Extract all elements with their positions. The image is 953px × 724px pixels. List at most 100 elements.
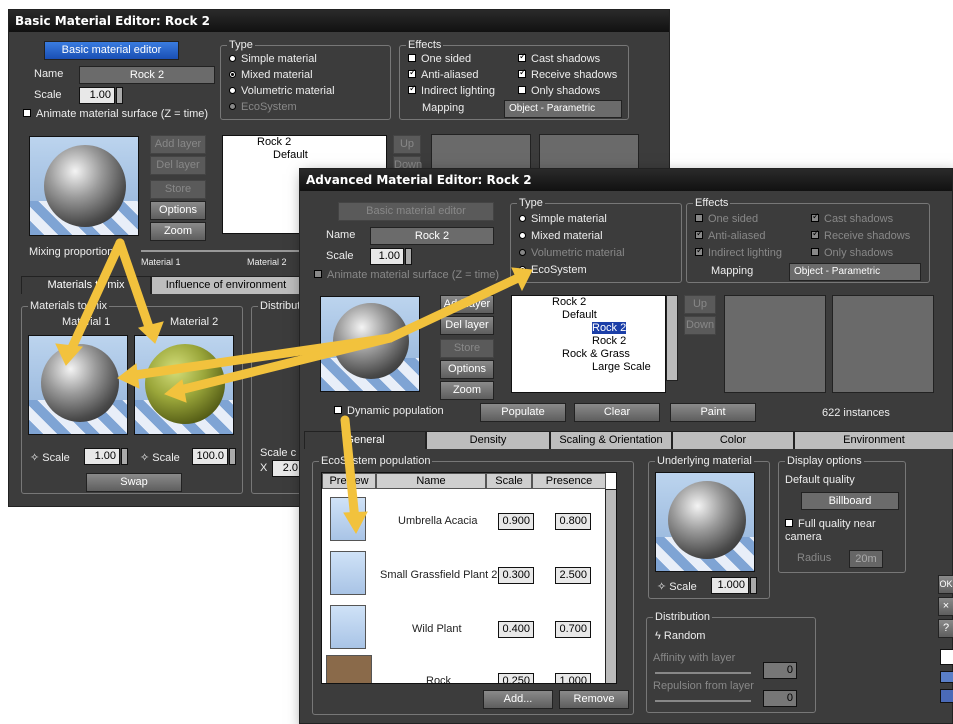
tab-density[interactable]: Density xyxy=(426,431,550,449)
store-button[interactable]: Store xyxy=(440,339,494,358)
underlying-material-preview[interactable] xyxy=(655,472,755,572)
row-presence[interactable]: 1.000 xyxy=(555,673,591,683)
anti-aliased-checkbox[interactable]: Anti-aliased xyxy=(408,67,478,81)
repulsion-slider[interactable] xyxy=(655,700,751,702)
row-scale[interactable]: 0.300 xyxy=(498,567,534,584)
type-ecosystem[interactable]: EcoSystem xyxy=(229,101,297,113)
material1-scale-input[interactable]: 1.00 xyxy=(84,448,120,465)
type-mixed[interactable]: Mixed material xyxy=(229,69,313,81)
row-scale[interactable]: 0.400 xyxy=(498,621,534,638)
random-option[interactable]: ϟ Random xyxy=(655,630,705,642)
affinity-input[interactable]: 0 xyxy=(763,662,797,679)
add-layer-button[interactable]: Add layer xyxy=(150,135,206,154)
tab-scaling-orientation[interactable]: Scaling & Orientation xyxy=(550,431,672,449)
name-field[interactable]: Rock 2 xyxy=(370,227,494,245)
affinity-slider[interactable] xyxy=(655,672,751,674)
zoom-button[interactable]: Zoom xyxy=(440,381,494,400)
spinner[interactable] xyxy=(750,577,757,594)
paint-button[interactable]: Paint xyxy=(670,403,756,422)
up-button[interactable]: Up xyxy=(393,135,421,154)
add-layer-button[interactable]: Add layer xyxy=(440,295,494,314)
tab-general[interactable]: General xyxy=(304,431,426,449)
receive-shadows-checkbox[interactable]: Receive shadows xyxy=(811,228,910,242)
column-header-name[interactable]: Name xyxy=(376,473,486,489)
help-button[interactable]: ? xyxy=(938,619,953,638)
scale-input[interactable]: 1.00 xyxy=(79,87,115,104)
list-scrollbar[interactable] xyxy=(605,489,616,683)
row-scale[interactable]: 0.900 xyxy=(498,513,534,530)
animate-checkbox[interactable]: Animate material surface (Z = time) xyxy=(23,108,208,120)
cast-shadows-checkbox[interactable]: Cast shadows xyxy=(811,211,893,225)
tree-item[interactable]: Rock 2 xyxy=(223,136,386,149)
anti-aliased-checkbox[interactable]: Anti-aliased xyxy=(695,228,765,242)
name-field[interactable]: Rock 2 xyxy=(79,66,215,84)
row-scale[interactable]: 0.250 xyxy=(498,673,534,683)
spinner[interactable] xyxy=(121,448,128,465)
indirect-lighting-checkbox[interactable]: Indirect lighting xyxy=(408,83,495,97)
population-list[interactable]: Preview Name Scale Presence Umbrella Aca… xyxy=(321,472,617,684)
row-presence[interactable]: 2.500 xyxy=(555,567,591,584)
column-header-presence[interactable]: Presence xyxy=(532,473,606,489)
x-input[interactable]: 2.0 xyxy=(272,460,302,477)
tree-item[interactable]: Default xyxy=(223,149,386,162)
save-icon[interactable] xyxy=(940,689,953,703)
tree-item[interactable]: Rock 2 xyxy=(512,322,665,335)
animate-checkbox[interactable]: Animate material surface (Z = time) xyxy=(314,269,499,281)
close-button[interactable]: × xyxy=(938,597,953,616)
add-button[interactable]: Add... xyxy=(483,690,553,709)
remove-button[interactable]: Remove xyxy=(559,690,629,709)
store-button[interactable]: Store xyxy=(150,180,206,199)
page-icon[interactable] xyxy=(940,649,953,665)
type-volumetric[interactable]: Volumetric material xyxy=(229,85,335,97)
mapping-select[interactable]: Object - Parametric xyxy=(504,100,622,118)
mapping-select[interactable]: Object - Parametric xyxy=(789,263,921,281)
full-quality-checkbox[interactable]: Full quality near camera xyxy=(785,518,901,544)
up-button[interactable]: Up xyxy=(684,295,716,314)
clear-button[interactable]: Clear xyxy=(574,403,660,422)
tree-item[interactable]: Rock 2 xyxy=(512,296,665,309)
repulsion-input[interactable]: 0 xyxy=(763,690,797,707)
del-layer-button[interactable]: Del layer xyxy=(150,156,206,175)
column-header-scale[interactable]: Scale xyxy=(486,473,532,489)
underlying-scale-input[interactable]: 1.000 xyxy=(711,577,749,594)
cast-shadows-checkbox[interactable]: Cast shadows xyxy=(518,51,600,65)
quality-select[interactable]: Billboard xyxy=(801,492,899,510)
tab-color[interactable]: Color xyxy=(672,431,794,449)
populate-button[interactable]: Populate xyxy=(480,403,566,422)
material1-preview[interactable] xyxy=(28,335,128,435)
swap-button[interactable]: Swap xyxy=(86,473,182,492)
one-sided-checkbox[interactable]: One sided xyxy=(408,53,471,65)
radius-input[interactable]: 20m xyxy=(849,550,883,568)
options-button[interactable]: Options xyxy=(150,201,206,220)
layer-tree[interactable]: Rock 2 Default Rock 2 Rock 2 Rock & Gras… xyxy=(511,295,666,393)
type-mixed[interactable]: Mixed material xyxy=(519,230,603,242)
row-presence[interactable]: 0.700 xyxy=(555,621,591,638)
receive-shadows-checkbox[interactable]: Receive shadows xyxy=(518,67,617,81)
tab-materials-to-mix[interactable]: Materials to mix xyxy=(21,276,151,294)
tree-scrollbar[interactable] xyxy=(666,295,678,381)
only-shadows-checkbox[interactable]: Only shadows xyxy=(518,85,600,97)
material2-preview[interactable] xyxy=(134,335,234,435)
indirect-lighting-checkbox[interactable]: Indirect lighting xyxy=(695,245,782,259)
tab-environment[interactable]: Environment xyxy=(794,431,953,449)
type-volumetric[interactable]: Volumetric material xyxy=(519,247,625,259)
del-layer-button[interactable]: Del layer xyxy=(440,316,494,335)
spinner[interactable] xyxy=(229,448,236,465)
scale-spinner[interactable] xyxy=(116,87,123,104)
down-button[interactable]: Down xyxy=(684,316,716,335)
folder-icon[interactable] xyxy=(940,671,953,683)
only-shadows-checkbox[interactable]: Only shadows xyxy=(811,247,893,259)
dynamic-population-checkbox[interactable]: Dynamic population xyxy=(334,405,444,417)
basic-editor-button[interactable]: Basic material editor xyxy=(338,202,494,221)
row-presence[interactable]: 0.800 xyxy=(555,513,591,530)
scale-input[interactable]: 1.00 xyxy=(370,248,404,265)
options-button[interactable]: Options xyxy=(440,360,494,379)
type-simple[interactable]: Simple material xyxy=(519,213,607,225)
mixing-slider[interactable] xyxy=(141,250,301,252)
tree-item[interactable]: Rock & Grass xyxy=(512,348,665,361)
zoom-button[interactable]: Zoom xyxy=(150,222,206,241)
tab-influence-of-environment[interactable]: Influence of environment xyxy=(151,276,301,294)
basic-editor-button[interactable]: Basic material editor xyxy=(44,41,179,60)
type-ecosystem[interactable]: EcoSystem xyxy=(519,264,587,276)
tree-item[interactable]: Rock 2 xyxy=(512,335,665,348)
